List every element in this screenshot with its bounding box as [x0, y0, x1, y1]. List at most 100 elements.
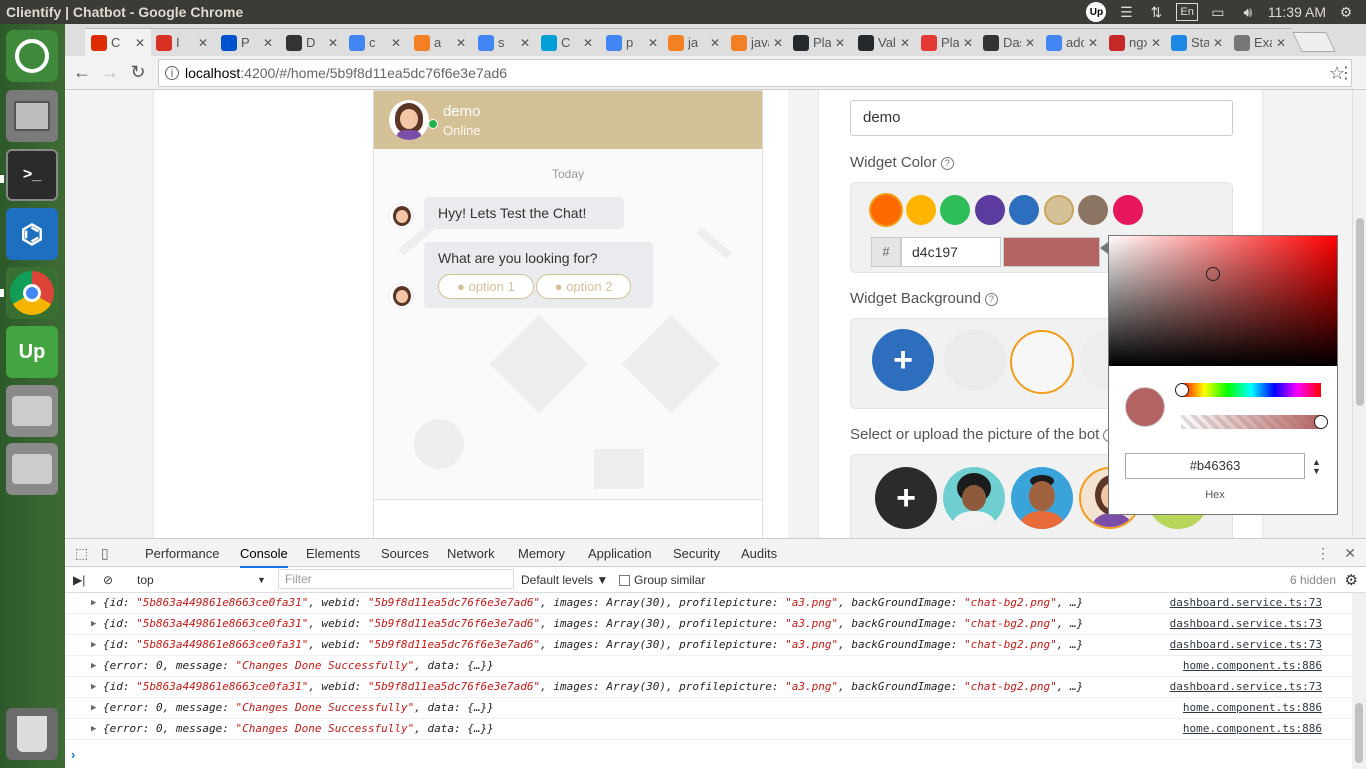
log-source-link[interactable]: dashboard.service.ts:73 [1170, 677, 1322, 697]
upload-background-button[interactable]: + [872, 329, 934, 391]
color-swatch[interactable] [1078, 195, 1108, 225]
color-swatch[interactable] [1043, 195, 1074, 225]
tab-close-icon[interactable]: ✕ [456, 36, 466, 50]
console-log-entry[interactable]: ▶ {id: "5b863a449861e8663ce0fa31", webid:… [65, 677, 1352, 698]
chrome-icon[interactable] [6, 267, 58, 319]
browser-tab[interactable]: P ✕ [215, 28, 279, 56]
color-swatch[interactable] [1009, 195, 1039, 225]
tab-close-icon[interactable]: ✕ [773, 36, 783, 50]
browser-tab[interactable]: c ✕ [343, 28, 407, 56]
tab-close-icon[interactable]: ✕ [391, 36, 401, 50]
hue-slider[interactable] [1181, 383, 1321, 397]
console-log-entry[interactable]: ▶ {error: 0, message: "Changes Done Succe… [65, 698, 1352, 719]
disk-drive-icon[interactable] [6, 385, 58, 437]
group-similar-checkbox[interactable]: Group similar [619, 573, 705, 587]
browser-menu-icon[interactable]: ⋮ [1338, 63, 1354, 83]
devtools-tab-sources[interactable]: Sources [381, 546, 429, 561]
expand-arrow-icon[interactable]: ▶ [91, 614, 96, 634]
tab-close-icon[interactable]: ✕ [1276, 36, 1286, 50]
color-swatch[interactable] [871, 195, 901, 225]
avatar-option-2[interactable] [1011, 467, 1073, 529]
device-toolbar-icon[interactable]: ▯ [101, 545, 109, 562]
inspect-element-icon[interactable]: ⬚ [75, 545, 88, 562]
upwork-tray-icon[interactable]: Up [1086, 2, 1107, 22]
devtools-tab-console[interactable]: Console [240, 546, 288, 568]
browser-tab[interactable]: ngx ✕ [1103, 28, 1167, 56]
tab-close-icon[interactable]: ✕ [1151, 36, 1161, 50]
context-selector[interactable]: top [137, 573, 154, 587]
console-scrollbar[interactable] [1352, 593, 1366, 769]
browser-tab[interactable]: Das ✕ [977, 28, 1041, 56]
browser-tab[interactable]: Exa ✕ [1228, 28, 1292, 56]
reload-icon[interactable]: ↻ [127, 62, 149, 83]
console-prompt[interactable]: › [71, 747, 75, 762]
address-bar[interactable]: i localhost:4200/#/home/5b9f8d11ea5dc76f… [158, 59, 1352, 87]
color-preview-button[interactable] [1003, 237, 1100, 267]
trash-icon[interactable] [6, 708, 58, 760]
scrollbar-thumb[interactable] [1356, 218, 1364, 406]
tab-close-icon[interactable]: ✕ [835, 36, 845, 50]
alpha-slider-knob[interactable] [1314, 415, 1328, 429]
menu-tray-icon[interactable]: ☰ [1116, 3, 1136, 21]
browser-tab[interactable]: s ✕ [472, 28, 536, 56]
picker-hex-input[interactable]: #b46363 [1125, 453, 1305, 479]
hue-slider-knob[interactable] [1175, 383, 1189, 397]
bot-name-input[interactable]: demo [850, 100, 1233, 136]
tab-close-icon[interactable]: ✕ [263, 36, 273, 50]
tab-close-icon[interactable]: ✕ [135, 36, 145, 50]
browser-tab[interactable]: I ✕ [150, 28, 214, 56]
tab-close-icon[interactable]: ✕ [710, 36, 720, 50]
console-log-entry[interactable]: ▶ {id: "5b863a449861e8663ce0fa31", webid:… [65, 635, 1352, 656]
expand-arrow-icon[interactable]: ▶ [91, 719, 96, 739]
chat-input-area[interactable] [374, 499, 762, 538]
color-swatch[interactable] [940, 195, 970, 225]
network-tray-icon[interactable]: ⇅ [1146, 3, 1166, 21]
browser-tab[interactable]: Pla ✕ [787, 28, 851, 56]
log-source-link[interactable]: home.component.ts:886 [1183, 698, 1322, 718]
browser-tab[interactable]: C ✕ [535, 28, 599, 56]
devtools-tab-performance[interactable]: Performance [145, 546, 219, 561]
tab-close-icon[interactable]: ✕ [1088, 36, 1098, 50]
tab-close-icon[interactable]: ✕ [963, 36, 973, 50]
background-option-selected[interactable] [1010, 330, 1074, 394]
back-arrow-icon[interactable]: ← [71, 62, 93, 83]
sidebar-toggle-icon[interactable]: ▶| [73, 573, 85, 587]
keyboard-language[interactable]: En [1176, 3, 1198, 21]
devtools-tab-audits[interactable]: Audits [741, 546, 777, 561]
clock[interactable]: 11:39 AM [1268, 3, 1326, 21]
checkbox[interactable] [619, 575, 630, 587]
tab-close-icon[interactable]: ✕ [583, 36, 593, 50]
console-log-entry[interactable]: ▶ {id: "5b863a449861e8663ce0fa31", webid:… [65, 593, 1352, 614]
format-toggle-icon[interactable]: ▲ ▼ [1312, 458, 1321, 476]
expand-arrow-icon[interactable]: ▶ [91, 698, 96, 718]
tab-close-icon[interactable]: ✕ [1025, 36, 1035, 50]
disk-drive-icon-2[interactable] [6, 443, 58, 495]
battery-icon[interactable]: ▭ [1208, 3, 1228, 21]
devtools-tab-memory[interactable]: Memory [518, 546, 565, 561]
log-source-link[interactable]: home.component.ts:886 [1183, 656, 1322, 676]
vscode-icon[interactable]: ⌬ [6, 208, 58, 260]
log-source-link[interactable]: dashboard.service.ts:73 [1170, 635, 1322, 655]
saturation-area[interactable] [1109, 236, 1337, 366]
devtools-tab-elements[interactable]: Elements [306, 546, 360, 561]
browser-tab[interactable]: ja ✕ [662, 28, 726, 56]
clear-console-icon[interactable]: ⊘ [103, 573, 113, 587]
devtools-tab-network[interactable]: Network [447, 546, 495, 561]
upwork-icon[interactable]: Up [6, 326, 58, 378]
tab-close-icon[interactable]: ✕ [900, 36, 910, 50]
tab-close-icon[interactable]: ✕ [328, 36, 338, 50]
upload-picture-button[interactable]: + [875, 467, 937, 529]
browser-tab[interactable]: java ✕ [725, 28, 789, 56]
ubuntu-dash-icon[interactable] [6, 30, 58, 82]
tab-close-icon[interactable]: ✕ [648, 36, 658, 50]
tab-close-icon[interactable]: ✕ [1213, 36, 1223, 50]
alpha-slider[interactable] [1181, 415, 1321, 429]
browser-tab[interactable]: adc ✕ [1040, 28, 1104, 56]
files-icon[interactable] [6, 90, 58, 142]
browser-tab[interactable]: Pla ✕ [915, 28, 979, 56]
help-icon[interactable]: ? [984, 292, 998, 306]
expand-arrow-icon[interactable]: ▶ [91, 656, 96, 676]
color-swatch[interactable] [974, 195, 1005, 225]
log-levels-dropdown[interactable]: Default levels ▼ [521, 573, 608, 587]
tab-close-icon[interactable]: ✕ [198, 36, 208, 50]
